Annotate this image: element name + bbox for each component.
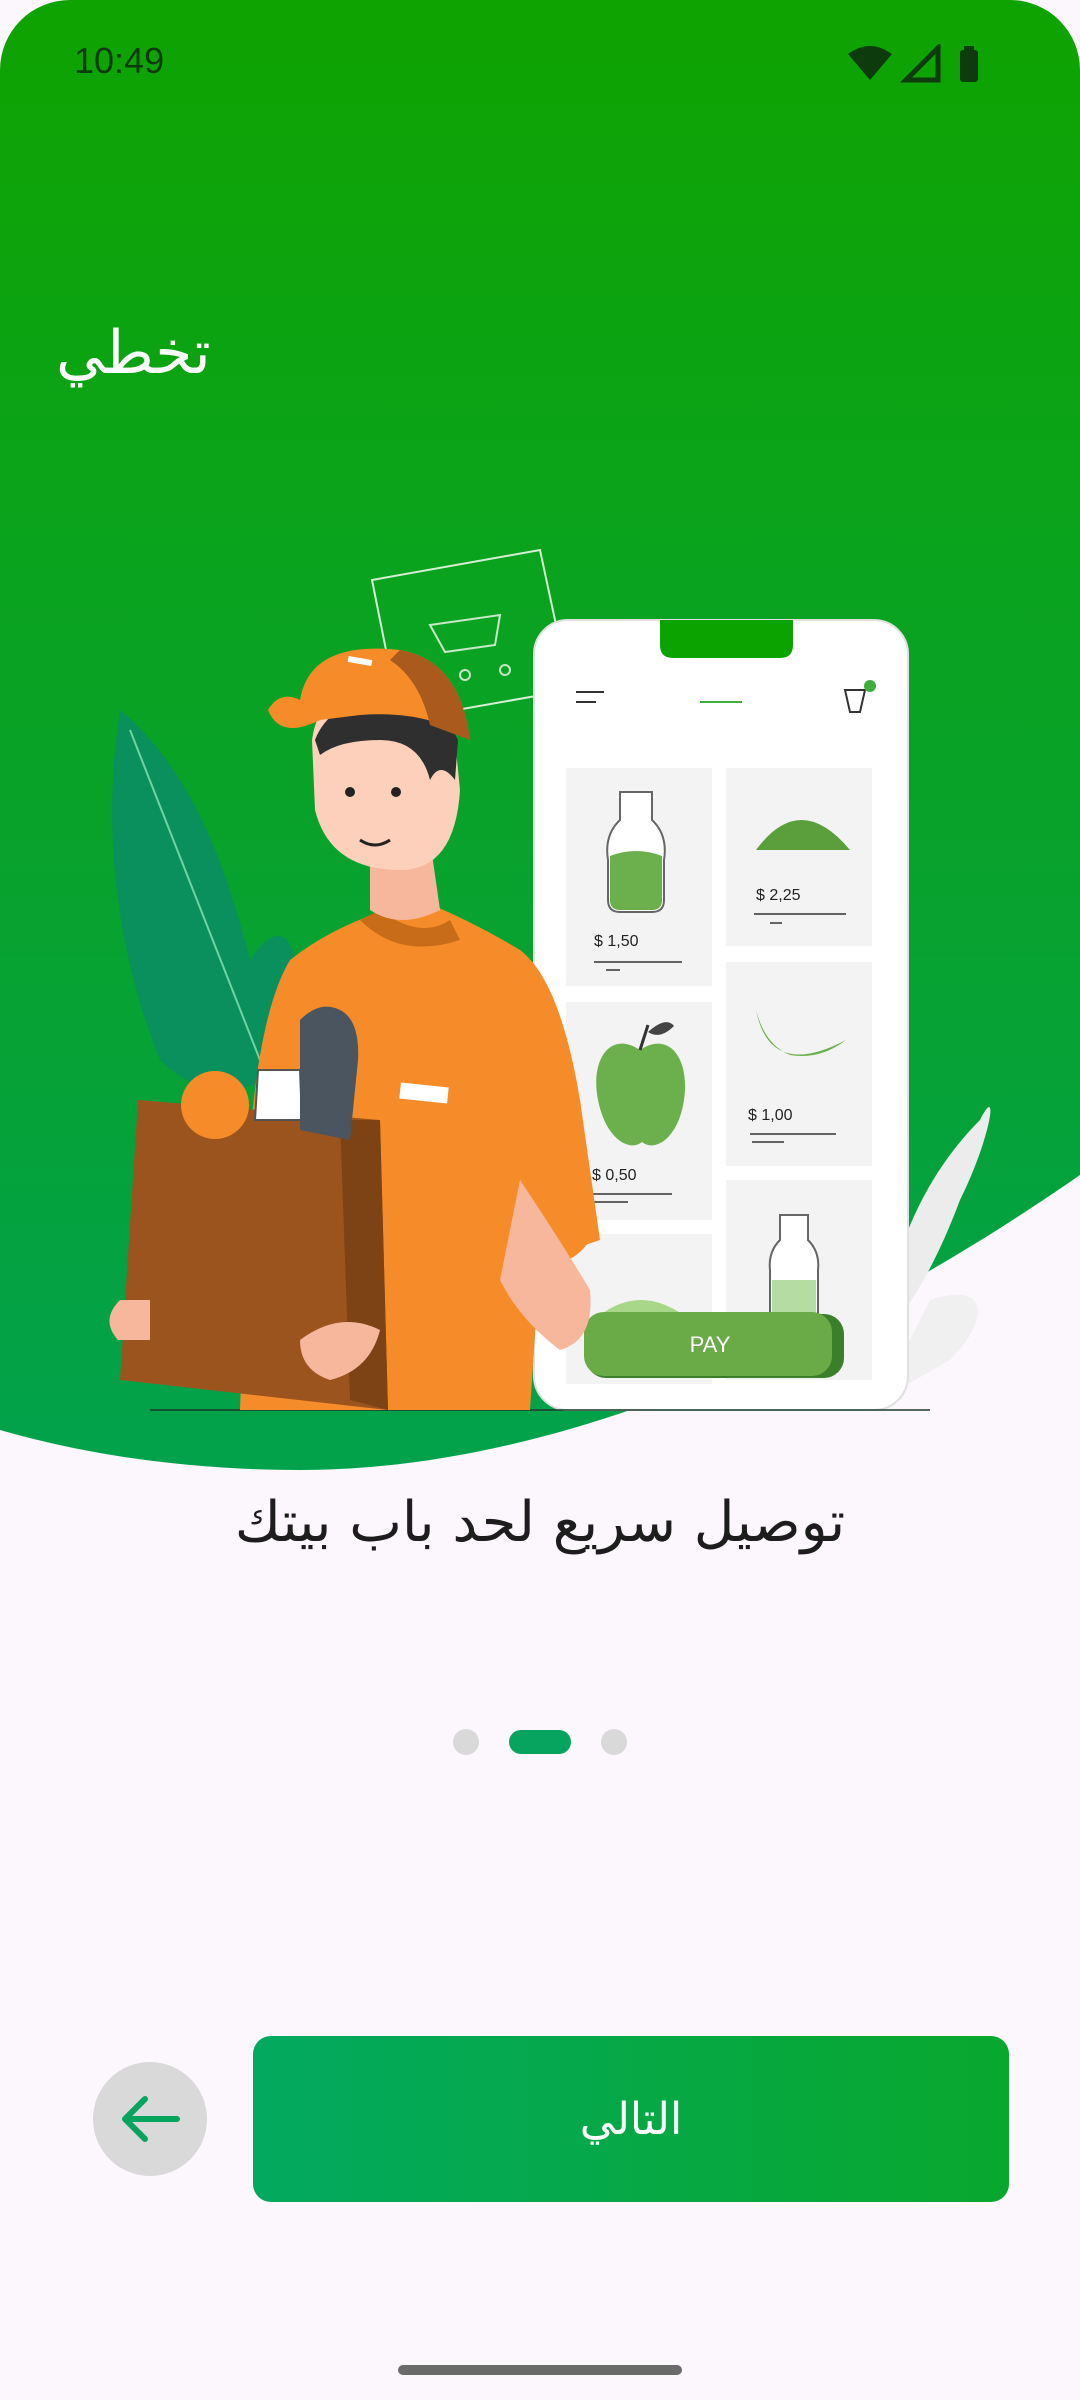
next-button-label: التالي — [579, 2093, 683, 2145]
skip-button[interactable]: تخطي — [56, 318, 211, 388]
price-label: $ 2,25 — [756, 887, 801, 904]
wifi-icon — [848, 46, 892, 80]
battery-icon — [960, 46, 978, 82]
delivery-illustration: $ 1,50 $ 2,25 $ 0,50 $ 1,00 PAY — [109, 548, 991, 1411]
status-icons — [848, 44, 978, 83]
price-label: $ 1,00 — [748, 1107, 793, 1124]
arrow-left-icon — [122, 2096, 180, 2142]
onboarding-screen: 10:49 تخطي $ 1,50 $ 2,25 $ 0,50 $ 1,00 P… — [0, 0, 1080, 2400]
back-button[interactable] — [93, 2062, 207, 2176]
pay-label: PAY — [690, 1332, 731, 1357]
next-button[interactable]: التالي — [253, 2036, 1009, 2202]
status-time: 10:49 — [74, 40, 165, 81]
price-label: $ 1,50 — [594, 933, 639, 950]
page-dot — [601, 1729, 627, 1755]
onboarding-headline: توصيل سريع لحد باب بيتك — [234, 1490, 846, 1555]
page-indicator — [0, 1728, 1080, 1756]
price-label: $ 0,50 — [592, 1167, 637, 1184]
page-dot — [453, 1729, 479, 1755]
home-indicator[interactable] — [398, 2365, 682, 2375]
page-dot-active — [509, 1730, 571, 1754]
signal-icon — [899, 44, 941, 83]
